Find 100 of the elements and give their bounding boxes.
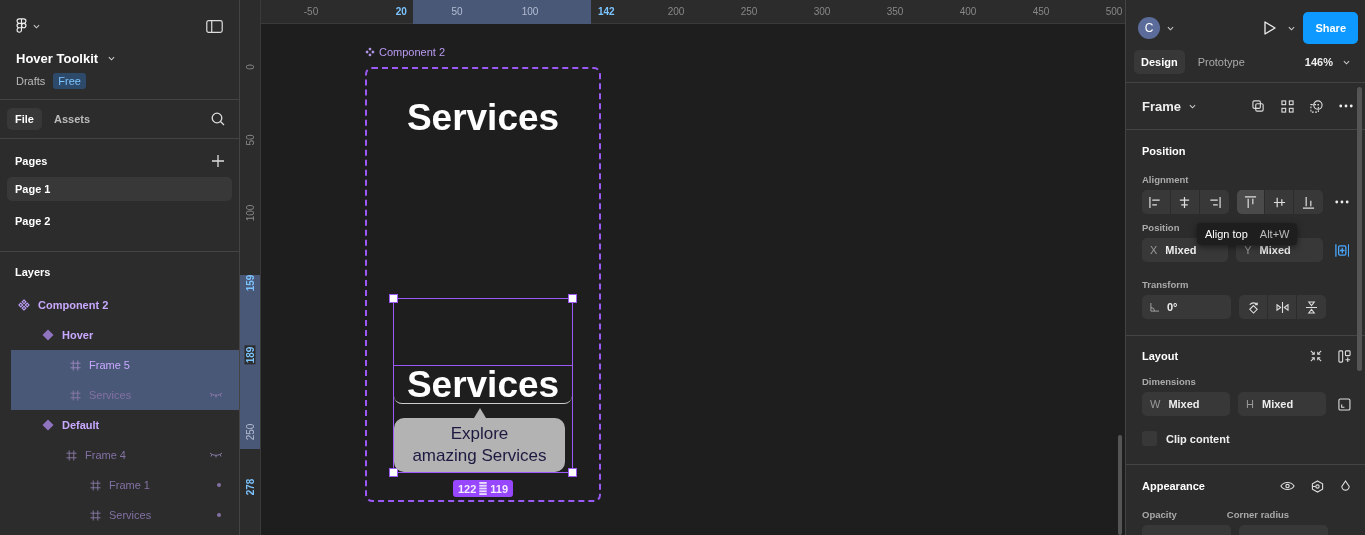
align-middle-icon — [1272, 195, 1286, 209]
resize-icon[interactable] — [1338, 397, 1351, 411]
dot-icon — [217, 513, 221, 517]
ruler-label: 159 — [244, 274, 256, 292]
width-value: 122 — [458, 482, 477, 495]
chevron-icon — [33, 23, 40, 29]
services-heading: Services — [394, 365, 572, 404]
constraints-icon[interactable] — [1334, 242, 1349, 258]
layer-item[interactable]: Hover — [0, 320, 239, 350]
flip-vertical-icon — [1306, 300, 1317, 314]
diamond-icon — [42, 329, 54, 341]
field-label: Position — [1142, 222, 1181, 233]
frame-icon — [90, 479, 101, 491]
variable-icon[interactable] — [1311, 479, 1324, 493]
hidden-eye-icon[interactable] — [209, 452, 223, 458]
chevron-icon — [1189, 103, 1197, 109]
zoom-level: 146% — [1304, 56, 1333, 68]
main-menu-button[interactable] — [16, 18, 40, 34]
more-icon[interactable] — [1339, 104, 1353, 108]
pages-heading: Pages — [15, 155, 48, 167]
align-bottom-icon — [1302, 195, 1316, 209]
frame-icon — [66, 449, 77, 461]
services-heading: Services — [405, 97, 561, 139]
play-icon[interactable] — [1264, 21, 1277, 35]
layer-item[interactable]: Component 2 — [0, 290, 239, 320]
align-button[interactable] — [1236, 190, 1266, 214]
eye-icon[interactable] — [1280, 481, 1295, 491]
frame-icon — [90, 509, 101, 521]
layer-name: Frame 5 — [89, 359, 130, 371]
height-value: 119 — [490, 482, 509, 495]
field-label: Dimensions — [1142, 376, 1197, 387]
zoom-menu[interactable]: 146% — [1304, 56, 1357, 68]
ruler-label: -50 — [303, 6, 319, 17]
layer-name: Hover — [62, 329, 94, 341]
ruler-label: 20 — [395, 6, 407, 17]
ruler-label: 0 — [244, 64, 256, 70]
panel-tab[interactable]: File — [7, 108, 42, 130]
scrollbar[interactable] — [1357, 87, 1362, 371]
component-instance-icon[interactable] — [1252, 99, 1265, 113]
dot-icon — [217, 483, 221, 487]
mask-icon[interactable] — [1310, 99, 1323, 113]
align-center-icon — [1178, 195, 1192, 209]
ruler-label: 350 — [886, 6, 904, 17]
avatar[interactable]: C — [1138, 17, 1160, 39]
page-item[interactable]: Page 1 — [7, 177, 232, 201]
angle-icon — [1150, 302, 1159, 312]
width-field[interactable]: W Mixed — [1142, 392, 1231, 416]
add-auto-layout-icon[interactable] — [1338, 349, 1351, 363]
selection-type: Frame — [1142, 98, 1182, 114]
align-right-icon — [1207, 195, 1221, 209]
panel-tab[interactable]: Assets — [45, 108, 99, 130]
chevron-icon[interactable] — [108, 56, 116, 61]
align-top-icon — [1243, 195, 1257, 209]
component-icon — [18, 299, 30, 311]
ruler-label: 300 — [813, 6, 831, 17]
section-title: Appearance — [1142, 480, 1205, 492]
ruler-label: 450 — [1032, 6, 1050, 17]
project-location[interactable]: Drafts — [16, 75, 46, 87]
rotation-field[interactable]: 0° — [1142, 295, 1231, 319]
sidebar-toggle-icon[interactable] — [206, 19, 223, 33]
chevron-icon — [1343, 59, 1350, 65]
collapse-icon[interactable] — [1310, 350, 1322, 362]
checkbox-label: Clip content — [1166, 432, 1230, 445]
chevron-icon[interactable] — [1288, 25, 1296, 31]
ruler-label: 278 — [244, 478, 256, 496]
layer-name: Component 2 — [38, 299, 109, 311]
layer-name: Services — [109, 509, 152, 521]
ruler-label: 50 — [451, 6, 463, 17]
field-label: Opacity — [1142, 509, 1177, 520]
resize-handle[interactable] — [389, 294, 398, 303]
resize-handle[interactable] — [568, 468, 577, 477]
resize-handle[interactable] — [389, 468, 398, 477]
component-label[interactable]: Component 2 — [365, 46, 446, 58]
grid-icon[interactable] — [1281, 99, 1294, 113]
layer-item[interactable]: Frame 5 — [11, 350, 239, 380]
selection-type-menu[interactable]: Frame — [1142, 98, 1197, 114]
section-title: Position — [1142, 145, 1187, 157]
resize-handle[interactable] — [568, 294, 577, 303]
page-item[interactable]: Page 2 — [7, 209, 232, 233]
layer-item[interactable]: Default — [0, 410, 239, 440]
panel-tab[interactable]: Prototype — [1190, 50, 1252, 74]
search-icon[interactable] — [211, 112, 225, 126]
more-icon[interactable] — [1335, 200, 1349, 204]
field-label: Alignment — [1142, 174, 1190, 185]
drop-icon[interactable] — [1340, 479, 1351, 493]
ruler-label: 250 — [740, 6, 758, 17]
ruler-label: 200 — [667, 6, 685, 17]
panel-tab[interactable]: Design — [1134, 50, 1185, 74]
file-title[interactable]: Hover Toolkit — [16, 51, 99, 66]
canvas[interactable]: Component 2 Services Services Explore amazing Services 122 119 — [261, 24, 1125, 535]
section-title: Layout — [1142, 350, 1179, 362]
hug-icon — [479, 482, 488, 495]
scrollbar[interactable] — [1118, 435, 1122, 535]
ruler-label: 500 — [1105, 6, 1123, 17]
add-page-icon[interactable] — [212, 155, 224, 167]
chevron-icon[interactable] — [1167, 25, 1174, 31]
tooltip-label: Align top — [1205, 228, 1248, 240]
diamond-icon — [42, 419, 54, 431]
height-field[interactable]: H Mixed — [1238, 392, 1327, 416]
frame-icon — [70, 389, 81, 401]
